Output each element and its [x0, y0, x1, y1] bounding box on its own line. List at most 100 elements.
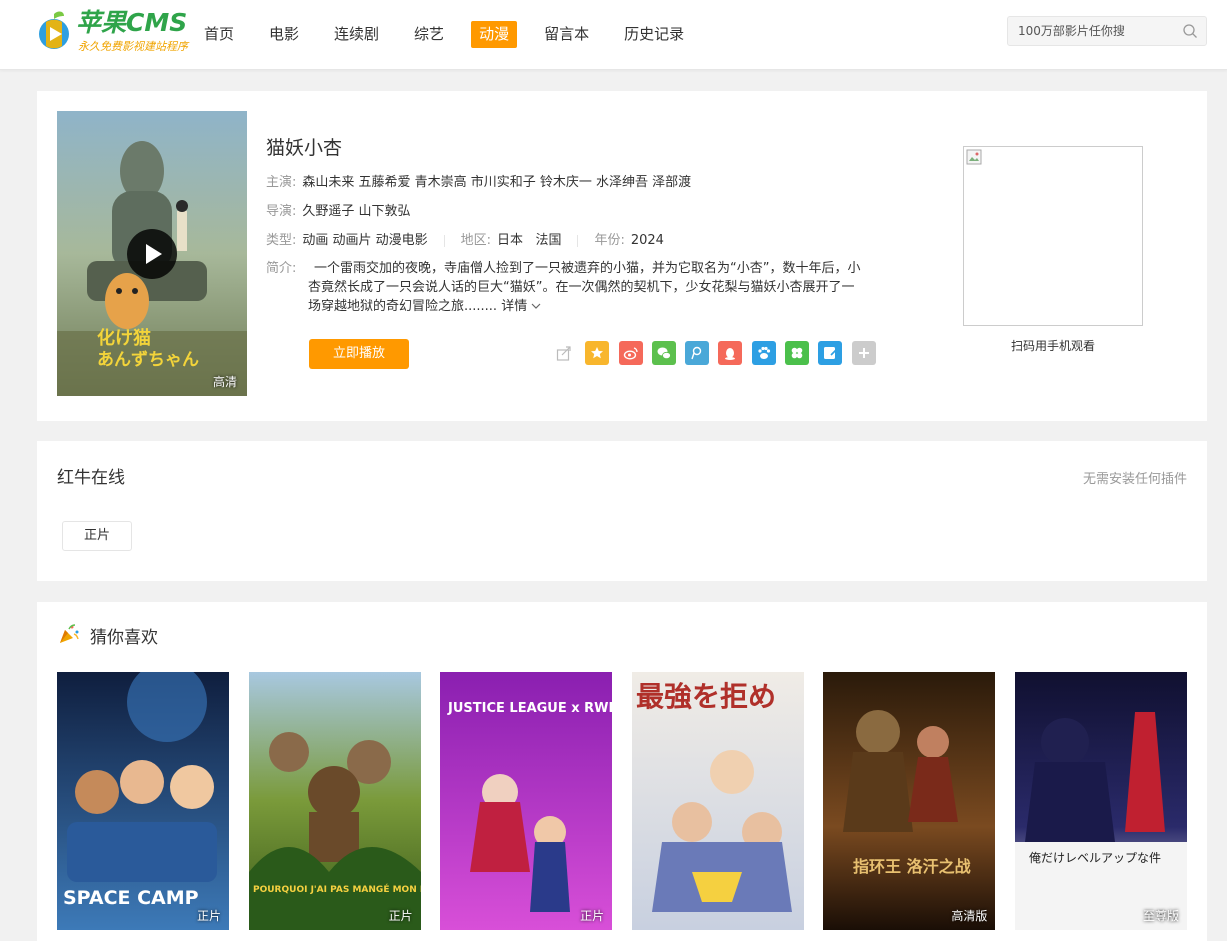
nav-item-anime[interactable]: 动漫	[471, 20, 518, 48]
poster-text-1: 化け猫	[97, 327, 151, 349]
poster-text: 指环王 洛汗之战	[853, 857, 971, 876]
search-icon[interactable]	[1182, 23, 1198, 39]
share-toolbar	[552, 341, 885, 365]
baidu-paw-icon	[758, 346, 770, 359]
actors-label: 主演:	[266, 175, 297, 190]
more-details-link[interactable]: 详情	[501, 299, 541, 314]
video-detail-panel: 化け猫 あんずちゃん 高清 猫妖小杏 主演: 森山未来 五藤希爱 青木崇高 市川实…	[37, 91, 1207, 421]
recommend-list: SPACE CAMP 正片 POURQUOI J'AI PAS MANGÉ MO…	[57, 672, 1187, 930]
clover-share-icon[interactable]	[785, 341, 810, 365]
year-label: 年份:	[594, 233, 625, 248]
party-popper-icon	[60, 624, 79, 643]
poster-text: 最強を拒め	[636, 680, 776, 713]
poster-text: SPACE CAMP	[63, 887, 199, 909]
recommend-badge: 至尊版	[1142, 909, 1179, 923]
nav-item-movies[interactable]: 电影	[261, 21, 307, 48]
episode-button[interactable]: 正片	[62, 521, 132, 551]
recommend-poster: POURQUOI J'AI PAS MANGÉ MON PÈRE	[248, 672, 421, 930]
region-label: 地区:	[460, 233, 492, 248]
wechat-share-icon[interactable]	[651, 341, 676, 365]
main-nav: 首页 电影 连续剧 综艺 动漫 留言本 历史记录	[196, 20, 711, 48]
recommend-badge: 高清版	[951, 909, 988, 923]
star-icon	[591, 347, 604, 359]
qq-share-icon[interactable]	[718, 341, 743, 365]
recommend-poster: JUSTICE LEAGUE x RWBY	[440, 672, 613, 930]
recommend-badge: 正片	[388, 909, 413, 923]
meta-row: 类型: 动画 动画片 动漫电影 地区: 日本 法国 年份: 2024	[266, 230, 886, 252]
recommend-item[interactable]: POURQUOI J'AI PAS MANGÉ MON PÈRE 正片	[248, 672, 421, 930]
year-value[interactable]: 2024	[631, 233, 664, 248]
recommend-title: 猜你喜欢	[90, 628, 158, 648]
recommend-item[interactable]: JUSTICE LEAGUE x RWBY 正片	[440, 672, 613, 930]
plus-icon	[858, 348, 869, 358]
logo-title: 苹果CMS	[76, 8, 188, 37]
description-body: 一个雷雨交加的夜晚，寺庙僧人捡到了一只被遗弃的小猫，并为它取名为“小杏”，数十年…	[308, 261, 861, 314]
nav-item-series[interactable]: 连续剧	[326, 21, 387, 48]
play-icon[interactable]	[127, 229, 177, 279]
poster-text: JUSTICE LEAGUE x RWBY	[447, 701, 612, 716]
search-box	[1007, 16, 1207, 46]
recommend-badge: 正片	[580, 909, 605, 923]
clover-icon	[791, 347, 803, 359]
actors-row: 主演: 森山未来 五藤希爱 青木崇高 市川实和子 铃木庆一 水泽绅吾 泽部渡	[266, 172, 886, 194]
source-note: 无需安装任何插件	[1082, 472, 1187, 487]
type-value[interactable]: 动画 动画片 动漫电影	[302, 233, 427, 248]
poster-quality-badge: 高清	[212, 375, 237, 389]
director-value[interactable]: 久野遥子 山下敦弘	[302, 204, 410, 219]
qrcode-label: 扫码用手机观看	[1010, 339, 1095, 353]
divider	[443, 234, 445, 247]
recommend-item[interactable]: 最強を拒め	[631, 672, 804, 930]
divider	[577, 234, 579, 247]
recommend-poster: SPACE CAMP	[57, 672, 229, 930]
site-header: 苹果CMS 永久免费影视建站程序 首页 电影 连续剧 综艺 动漫 留言本 历史记…	[0, 0, 1227, 70]
video-title: 猫妖小杏	[266, 137, 343, 159]
description-text: 一个雷雨交加的夜晚，寺庙僧人捡到了一只被遗弃的小猫，并为它取名为“小杏”，数十年…	[308, 259, 866, 316]
note-share-icon[interactable]	[818, 341, 843, 365]
recommend-poster: 最強を拒め	[631, 672, 804, 930]
qq-icon	[725, 348, 736, 360]
description-label: 简介:	[266, 261, 297, 276]
search-input[interactable]	[1008, 17, 1178, 45]
logo-subtitle: 永久免费影视建站程序	[78, 40, 188, 53]
recommend-item[interactable]: 俺だけレベルアップな件 至尊版	[1014, 672, 1187, 930]
nav-item-history[interactable]: 历史记录	[616, 21, 692, 48]
site-logo[interactable]: 苹果CMS 永久免费影视建站程序	[36, 8, 191, 56]
nav-item-home[interactable]: 首页	[196, 21, 242, 48]
actors-value[interactable]: 森山未来 五藤希爱 青木崇高 市川实和子 铃木庆一 水泽绅吾 泽部渡	[302, 175, 691, 190]
qrcode-image	[963, 146, 1143, 326]
weibo-icon	[623, 347, 638, 360]
recommend-badge: 正片	[196, 909, 221, 923]
video-info: 猫妖小杏 主演: 森山未来 五藤希爱 青木崇高 市川实和子 铃木庆一 水泽绅吾 泽…	[266, 133, 886, 323]
poster-text-2: あんずちゃん	[97, 350, 199, 370]
qzone-share-icon[interactable]	[585, 341, 610, 365]
tencent-weibo-icon	[691, 346, 702, 360]
weibo-share-icon[interactable]	[618, 341, 643, 365]
description-row: 简介: 一个雷雨交加的夜晚，寺庙僧人捡到了一只被遗弃的小猫，并为它取名为“小杏”…	[266, 259, 866, 316]
poster-text: POURQUOI J'AI PAS MANGÉ MON PÈRE	[253, 883, 421, 895]
source-title: 红牛在线	[57, 468, 125, 488]
recommend-item[interactable]: SPACE CAMP 正片	[57, 672, 229, 930]
chevron-down-icon	[531, 303, 541, 309]
broken-image-icon	[966, 149, 982, 165]
recommend-item[interactable]: 指环王 洛汗之战 高清版	[823, 672, 996, 930]
share-icon[interactable]	[552, 341, 576, 365]
poster-text: 俺だけレベルアップな件	[1029, 851, 1161, 865]
recommend-poster: 俺だけレベルアップな件	[1014, 672, 1187, 930]
director-label: 导演:	[266, 204, 297, 219]
play-source-panel: 红牛在线 无需安装任何插件 正片	[37, 441, 1207, 581]
recommend-panel: 猜你喜欢 SPACE CAMP 正片 POURQUOI J'AI PAS MAN…	[37, 602, 1207, 941]
region-value[interactable]: 日本 法国	[497, 233, 561, 248]
share-arrow-icon	[556, 346, 571, 361]
video-poster[interactable]: 化け猫 あんずちゃん 高清	[57, 111, 247, 396]
wechat-icon	[657, 347, 671, 360]
baidu-share-icon[interactable]	[751, 341, 776, 365]
pencil-icon	[824, 347, 837, 359]
more-label: 详情	[501, 299, 528, 314]
nav-item-variety[interactable]: 综艺	[406, 21, 452, 48]
more-share-icon[interactable]	[851, 341, 876, 365]
logo-icon	[39, 11, 69, 49]
tencent-weibo-share-icon[interactable]	[685, 341, 710, 365]
play-now-button[interactable]: 立即播放	[309, 339, 409, 369]
director-row: 导演: 久野遥子 山下敦弘	[266, 201, 886, 223]
nav-item-guestbook[interactable]: 留言本	[536, 21, 597, 48]
